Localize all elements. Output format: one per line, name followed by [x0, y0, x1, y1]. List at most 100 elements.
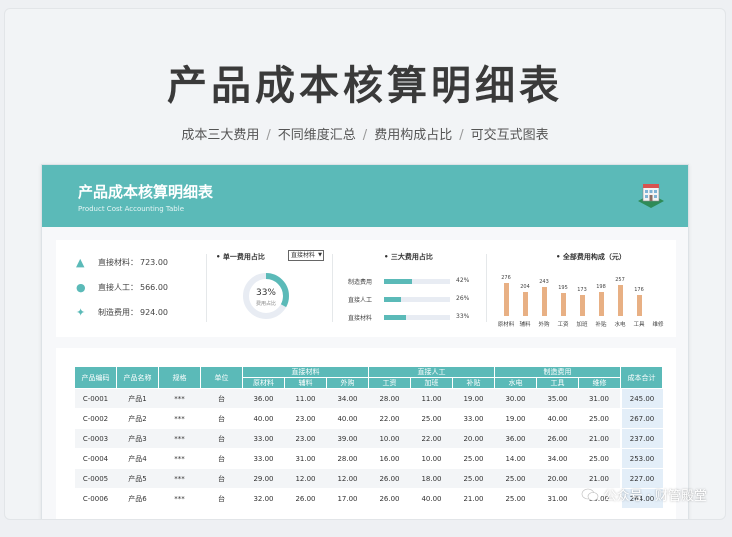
share-bar-pct: 26%	[456, 295, 470, 302]
table-cell: 33.00	[242, 428, 285, 449]
total-cell: 267.00	[619, 408, 663, 429]
table-row: C-0006 产品6 *** 台 32.00 26.00 17.00 26.00 40.00 21…	[74, 488, 663, 509]
boxes-icon: ▲	[76, 256, 85, 269]
col-header-sub: 外购	[326, 377, 369, 389]
chart-value-label: 243	[539, 278, 549, 285]
col-header-spec: 规格	[158, 366, 201, 389]
table-cell: 40.00	[410, 488, 453, 509]
table-cell: ***	[158, 448, 201, 469]
table-cell: C-0005	[74, 468, 117, 489]
watermark: 公众号 · 财管殿堂	[581, 485, 707, 504]
table-cell: 33.00	[242, 448, 285, 469]
chart-bar	[541, 286, 547, 316]
table-cell: 31.00	[578, 388, 621, 409]
divider	[206, 254, 207, 322]
table-cell: 19.00	[494, 408, 537, 429]
table-cell: 23.00	[284, 408, 327, 429]
table-cell: 台	[200, 468, 243, 489]
group-header-labor: 直接人工	[368, 366, 495, 378]
share-bar-row: 制造费用 42%	[348, 276, 478, 286]
table-cell: 17.00	[326, 488, 369, 509]
chart-bar	[522, 291, 528, 316]
table-cell: 39.00	[326, 428, 369, 449]
table-cell: 22.00	[368, 408, 411, 429]
share-bar-fill	[384, 315, 406, 320]
chart-bar	[617, 285, 623, 316]
cost-composition-chart: 原材料 276 辅料 204 外购 243 工资 195 加班 173 补贴 198 水电 257 工具 17…	[496, 270, 666, 334]
feature-label: 可交互式图表	[470, 128, 549, 143]
wrench-icon: ✦	[76, 306, 86, 319]
table-cell: C-0006	[74, 488, 117, 509]
cost-detail-table: 产品编码 产品名称 规格 单位 直接材料 直接人工 制造费用 成本合计 原材料辅…	[74, 366, 663, 509]
col-header-sub: 补贴	[452, 377, 495, 389]
single-share-title: • 单一费用占比	[216, 253, 265, 261]
share-label: 费用占比	[255, 301, 276, 307]
table-cell: 台	[200, 448, 243, 469]
table-cell: 10.00	[410, 448, 453, 469]
table-cell: 11.00	[284, 388, 327, 409]
col-header-sub: 维修	[578, 377, 621, 389]
table-cell: 10.00	[368, 428, 411, 449]
chart-value-label: 276	[501, 274, 511, 281]
table-cell: ***	[158, 408, 201, 429]
spreadsheet-preview: 产品成本核算明细表 Product Cost Accounting Table …	[41, 164, 689, 519]
chart-value-label: 195	[558, 284, 568, 291]
chart-value-label: 173	[577, 287, 587, 294]
table-row: C-0004 产品4 *** 台 33.00 31.00 28.00 16.00 10.00 25…	[74, 448, 663, 469]
separator: /	[459, 128, 464, 143]
dropdown-value: 直接材料	[291, 252, 316, 259]
share-bar-track	[384, 297, 450, 302]
col-header-sub: 工资	[368, 377, 411, 389]
table-cell: 25.00	[452, 448, 495, 469]
group-header-material: 直接材料	[242, 366, 369, 378]
table-cell: 25.00	[578, 448, 621, 469]
table-cell: 14.00	[494, 448, 537, 469]
table-cell: 22.00	[410, 428, 453, 449]
cost-value: 924.00	[140, 308, 168, 317]
table-cell: 产品3	[116, 428, 159, 449]
table-cell: ***	[158, 388, 201, 409]
total-cell: 237.00	[619, 428, 663, 449]
col-header-sub: 水电	[494, 377, 537, 389]
table-cell: 台	[200, 388, 243, 409]
share-value: 33%	[255, 288, 276, 298]
table-cell: 33.00	[452, 408, 495, 429]
table-cell: 26.00	[284, 488, 327, 509]
chart-bar	[579, 295, 585, 316]
table-cell: 32.00	[242, 488, 285, 509]
chart-bar	[636, 294, 642, 316]
table-cell: 34.00	[326, 388, 369, 409]
table-cell: 12.00	[284, 468, 327, 489]
summary-panel: ▲ 直接材料： 723.00 ● 直接人工： 566.00 ✦ 制造费用： 92…	[56, 240, 676, 337]
chart-value-label: 204	[520, 283, 530, 290]
col-header-sub: 加班	[410, 377, 453, 389]
table-cell: 产品5	[116, 468, 159, 489]
chart-category-label: 维修	[652, 322, 664, 328]
wechat-icon	[581, 488, 598, 501]
col-header-sub: 原材料	[242, 377, 285, 389]
table-cell: 31.00	[284, 448, 327, 469]
table-cell: 34.00	[536, 448, 579, 469]
cost-type-dropdown[interactable]: 直接材料 ▼	[288, 250, 324, 261]
helmet-icon: ●	[76, 281, 86, 294]
separator: /	[266, 128, 271, 143]
table-cell: C-0004	[74, 448, 117, 469]
poster-frame: 产品成本核算明细表 成本三大费用 / 不同维度汇总 / 费用构成占比 / 可交互式图表 产品…	[4, 8, 726, 520]
table-cell: 35.00	[536, 388, 579, 409]
share-bar-label: 直接材料	[348, 315, 373, 322]
table-cell: 产品6	[116, 488, 159, 509]
cost-item: ▲ 直接材料： 723.00	[76, 250, 168, 275]
chart-bar	[503, 282, 509, 316]
table-cell: 产品4	[116, 448, 159, 469]
chart-value-label: 257	[615, 277, 625, 284]
chart-bar	[560, 292, 566, 316]
cost-item: ● 直接人工： 566.00	[76, 275, 168, 300]
hero-title: 产品成本核算明细表	[167, 63, 563, 109]
table-cell: 台	[200, 488, 243, 509]
feature-label: 成本三大费用	[181, 128, 260, 143]
cost-summary-list: ▲ 直接材料： 723.00 ● 直接人工： 566.00 ✦ 制造费用： 92…	[76, 250, 168, 325]
building-icon	[638, 184, 664, 208]
table-cell: 19.00	[452, 388, 495, 409]
table-cell: 25.00	[494, 468, 537, 489]
divider	[486, 254, 487, 322]
